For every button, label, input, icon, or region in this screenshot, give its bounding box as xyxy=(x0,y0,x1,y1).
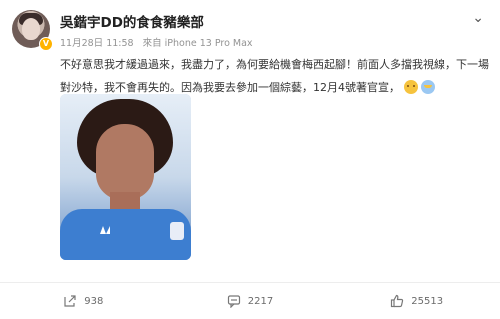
like-count: 25513 xyxy=(411,295,444,307)
comment-icon xyxy=(227,295,240,308)
share-icon xyxy=(64,295,76,307)
post-time: 11月28日 11:58 xyxy=(60,38,134,49)
weibo-post: V 吳鍇宇DD的食食豬樂部 11月28日 11:58 來自 iPhone 13 … xyxy=(0,0,500,282)
share-count: 938 xyxy=(84,295,104,307)
joy-face-icon xyxy=(404,80,418,94)
author-name[interactable]: 吳鍇宇DD的食食豬樂部 xyxy=(60,11,204,31)
comment-count: 2217 xyxy=(247,295,274,307)
post-source: 來自 iPhone 13 Pro Max xyxy=(142,38,253,49)
more-options-icon[interactable]: ⌄ xyxy=(472,10,484,26)
post-photo[interactable] xyxy=(60,94,191,260)
comment-button[interactable]: 2217 xyxy=(167,283,334,319)
thumbs-up-icon xyxy=(391,294,404,308)
photo-face xyxy=(96,124,154,200)
action-bar: 938 2217 25513 xyxy=(0,283,500,319)
avatar-face xyxy=(22,18,40,40)
post-content: 不好意思我才緩過過來，我盡力了，為何要給機會梅西起腳！前面人多擋我視線，下一場對… xyxy=(60,53,490,99)
blue-face-icon xyxy=(421,80,435,94)
post-meta: 11月28日 11:58 來自 iPhone 13 Pro Max xyxy=(60,35,253,49)
photo-jersey-crest xyxy=(170,222,184,240)
verified-badge-icon: V xyxy=(39,37,53,51)
like-button[interactable]: 25513 xyxy=(333,283,500,319)
share-button[interactable]: 938 xyxy=(0,283,167,319)
